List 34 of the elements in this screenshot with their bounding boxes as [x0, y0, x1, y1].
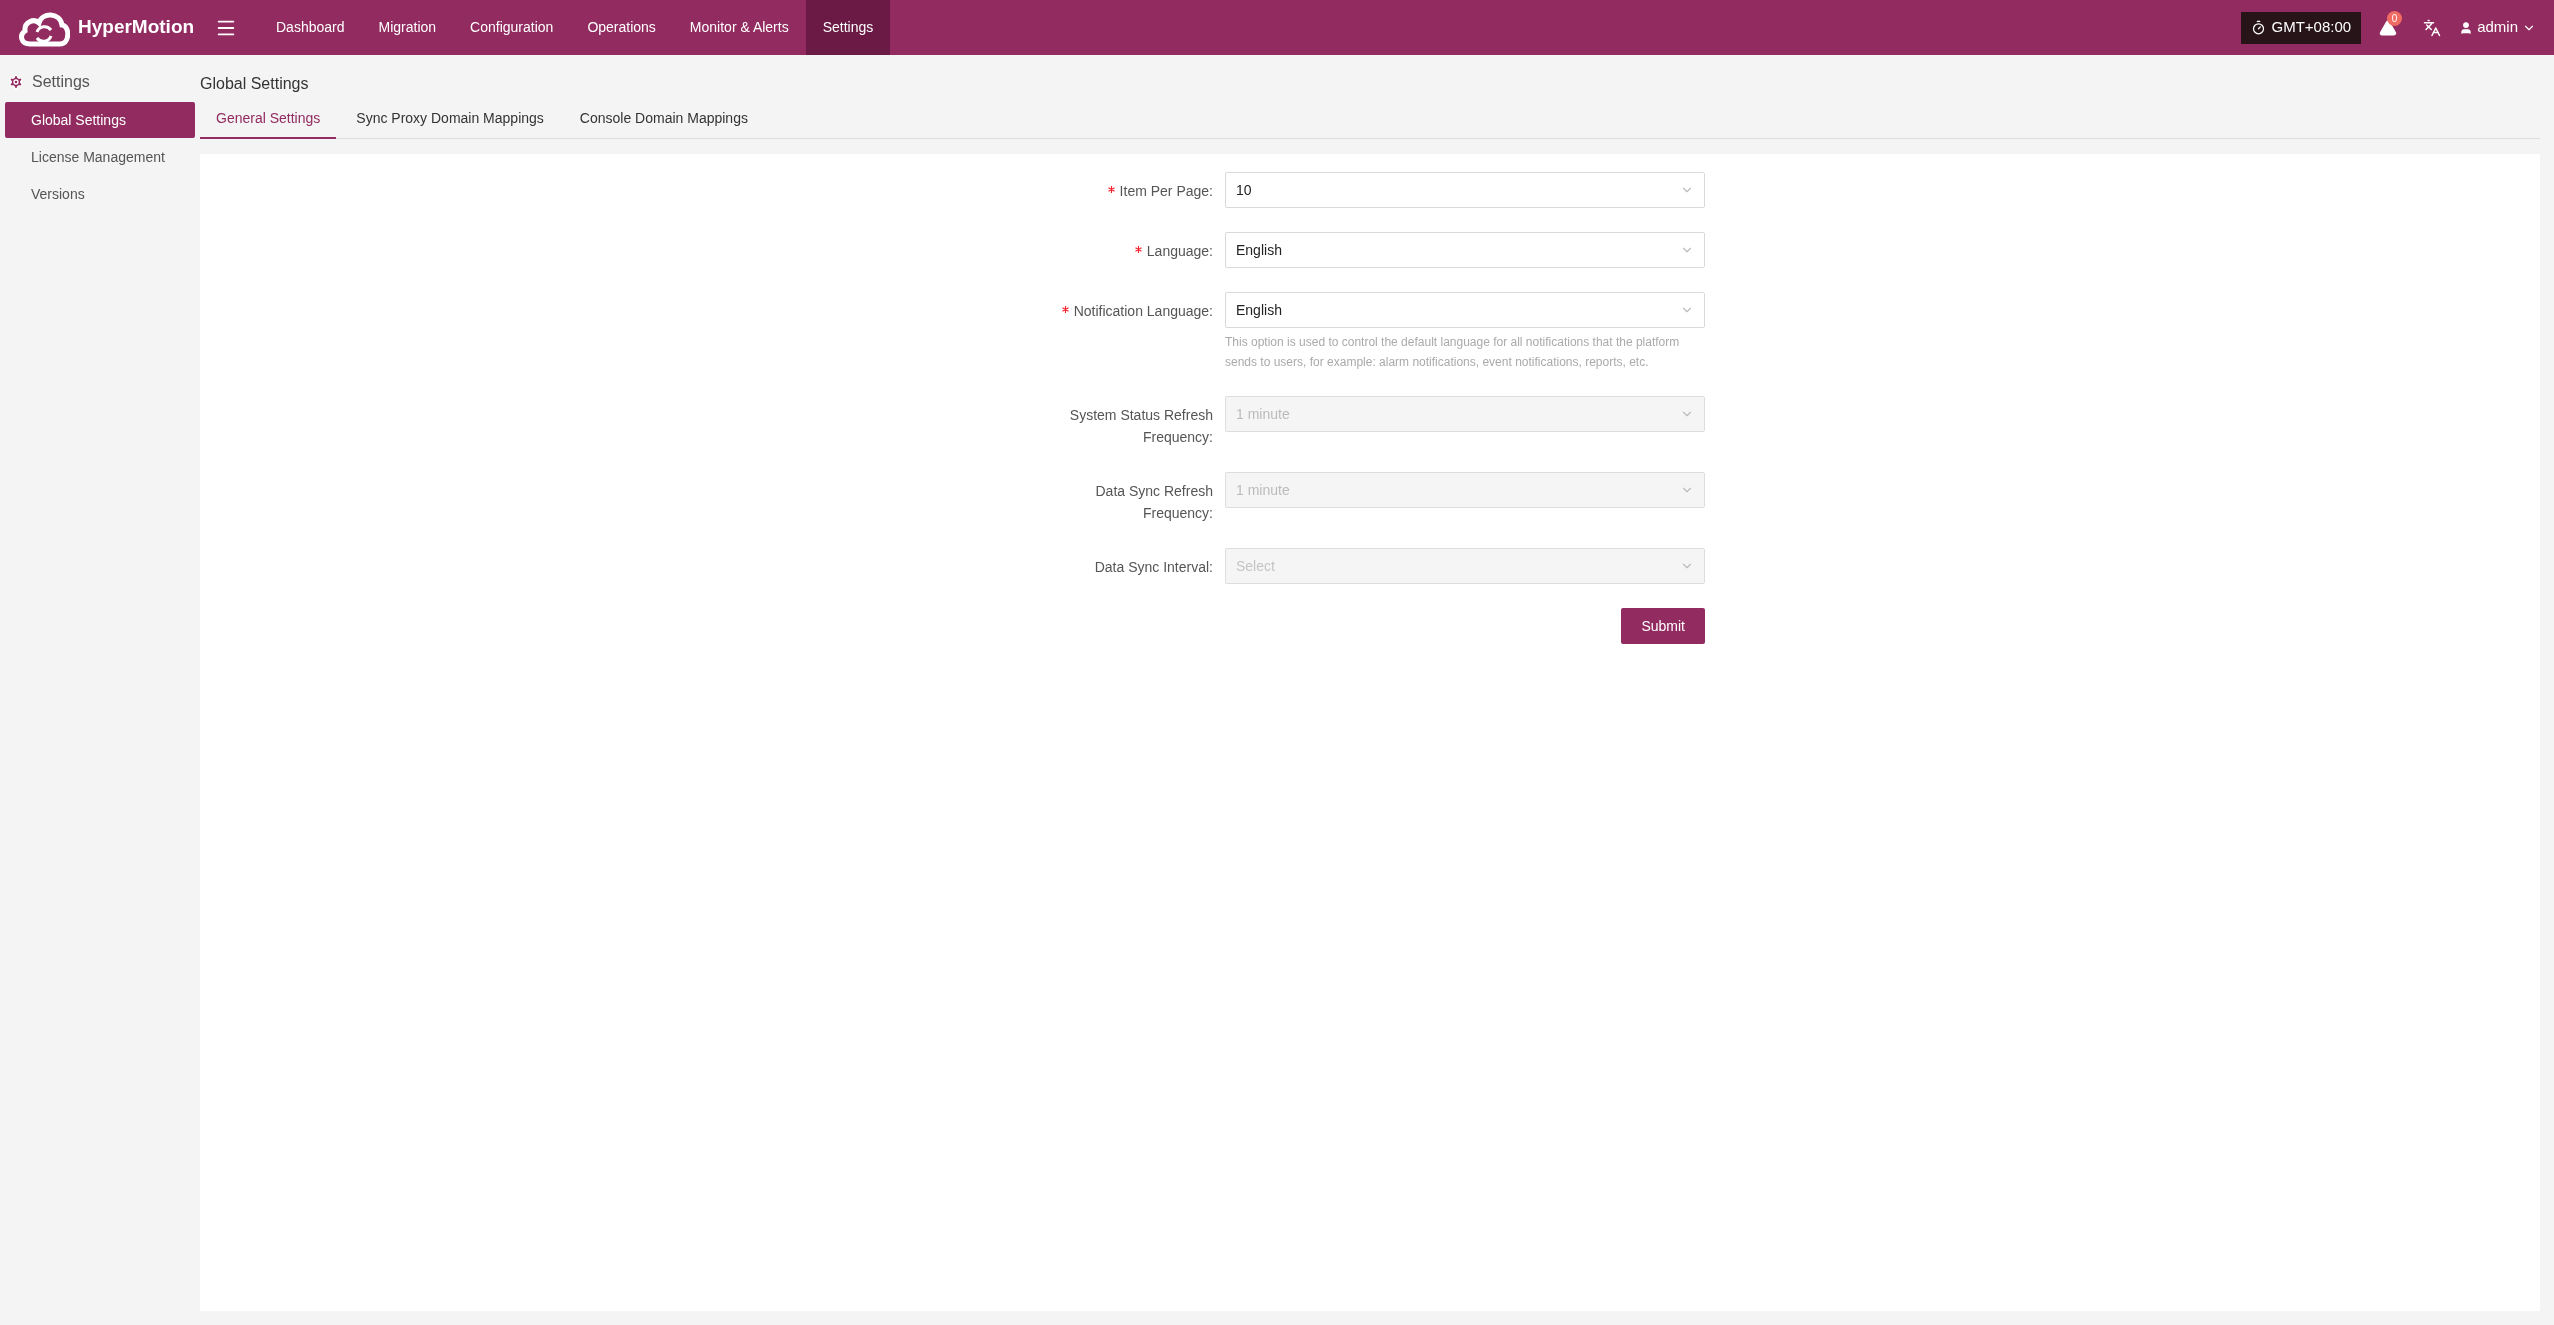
- field-label: Notification Language:: [1033, 300, 1213, 322]
- user-menu[interactable]: admin: [2459, 16, 2536, 39]
- sidebar-title: Settings: [32, 72, 90, 92]
- timezone-label: GMT+08:00: [2271, 17, 2352, 38]
- nav-item[interactable]: Migration: [361, 0, 454, 55]
- field-label: Data Sync Interval:: [1093, 558, 1213, 577]
- sidebar-item[interactable]: Versions: [5, 176, 195, 212]
- field-label: Data Sync Refresh Frequency:: [1094, 482, 1213, 523]
- tab[interactable]: Console Domain Mappings: [563, 108, 764, 139]
- nav-item[interactable]: Monitor & Alerts: [672, 0, 806, 55]
- tab[interactable]: Sync Proxy Domain Mappings: [340, 108, 560, 139]
- language-icon[interactable]: [2423, 18, 2442, 37]
- nav-item[interactable]: Settings: [805, 0, 891, 55]
- nav-item[interactable]: Dashboard: [259, 0, 362, 55]
- timer-icon: [2250, 20, 2266, 35]
- alert-count-badge: 0: [2387, 10, 2403, 26]
- tab[interactable]: General Settings: [200, 108, 337, 139]
- select-field[interactable]: English: [1225, 292, 1705, 328]
- sidebar-item[interactable]: License Management: [5, 139, 195, 175]
- brand-name: HyperMotion: [78, 15, 195, 40]
- nav-item[interactable]: Operations: [570, 0, 673, 55]
- submit-button[interactable]: Submit: [1621, 608, 1705, 644]
- field-label: Language:: [1033, 240, 1213, 262]
- user-icon: [2459, 20, 2474, 35]
- timezone-badge[interactable]: GMT+08:00: [2240, 11, 2362, 44]
- sidebar-item[interactable]: Global Settings: [5, 102, 195, 138]
- select-field[interactable]: 10: [1225, 172, 1705, 208]
- help-text: This option is used to control the default language for all notifications that the platform sends to users, for example: alarm notifications, event notifications, reports, etc.: [1225, 334, 1681, 371]
- nav-item[interactable]: Configuration: [453, 0, 571, 55]
- field-label: System Status Refresh Frequency:: [1068, 406, 1213, 447]
- settings-icon: [8, 74, 24, 90]
- field-label: Item Per Page:: [1033, 180, 1213, 202]
- page-title: Global Settings: [200, 74, 309, 94]
- select-field[interactable]: English: [1225, 232, 1705, 268]
